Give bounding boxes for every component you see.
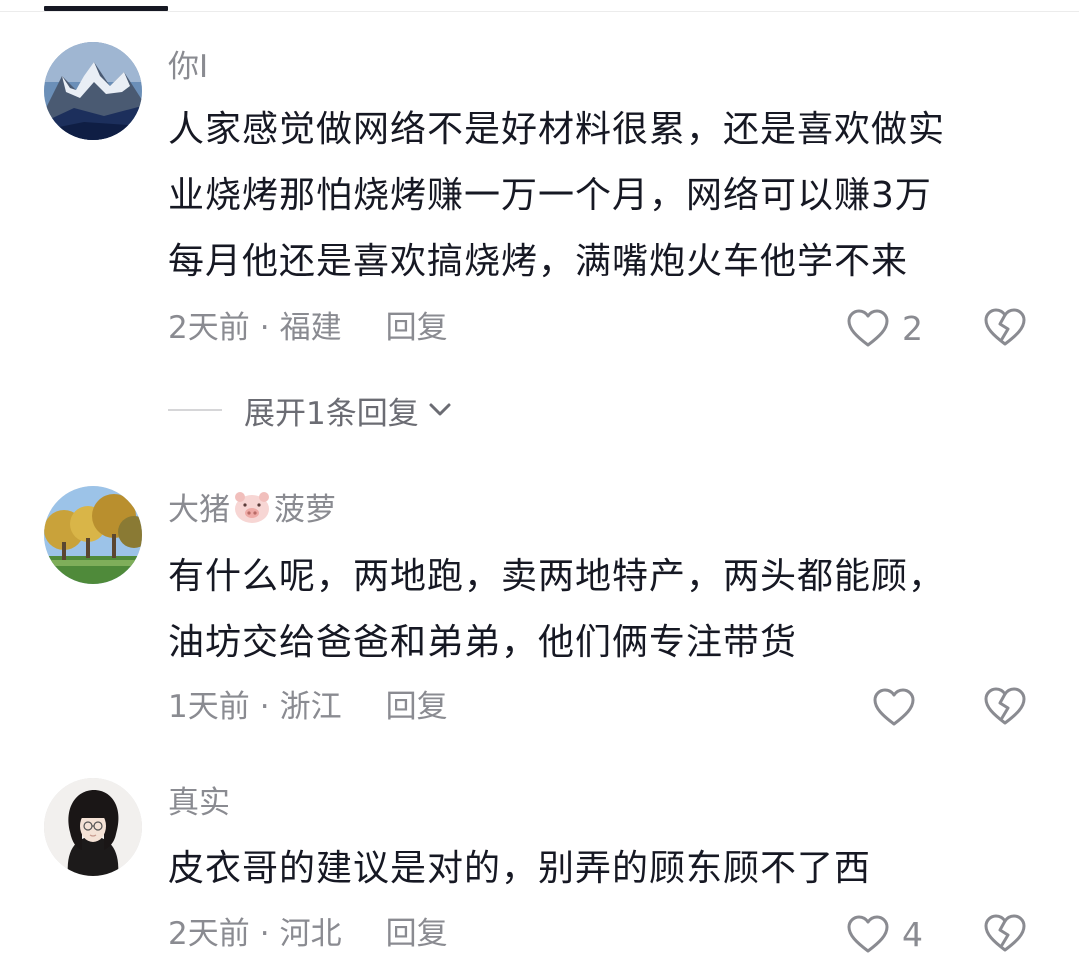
username-suffix: 菠萝 bbox=[274, 492, 336, 528]
chevron-down-icon bbox=[429, 403, 451, 416]
dislike-button[interactable] bbox=[982, 912, 1028, 956]
divider bbox=[0, 11, 1079, 12]
like-count: 4 bbox=[902, 914, 923, 954]
expand-replies-label: 展开1条回复 bbox=[244, 395, 419, 432]
like-button[interactable]: 2 bbox=[846, 306, 923, 350]
comment-meta: 2天前 · 福建 回复 bbox=[168, 308, 448, 348]
girl-portrait-avatar bbox=[44, 778, 142, 876]
comment-text: 人家感觉做网络不是好材料很累，还是喜欢做实 业烧烤那怕烧烤赚一万一个月，网络可以… bbox=[168, 97, 1048, 295]
dislike-button[interactable] bbox=[982, 685, 1028, 729]
comment-time: 2天前 bbox=[168, 310, 250, 346]
meta-separator: · bbox=[259, 310, 270, 346]
meta-separator: · bbox=[259, 689, 270, 725]
username[interactable]: 大猪 菠萝 bbox=[168, 490, 336, 535]
broken-heart-icon bbox=[984, 914, 1026, 952]
autumn-trees-avatar bbox=[44, 486, 142, 584]
comment-time: 1天前 bbox=[168, 689, 250, 725]
mountain-avatar bbox=[44, 42, 142, 140]
comment-text: 皮衣哥的建议是对的，别弄的顾东顾不了西 bbox=[168, 836, 1048, 902]
reply-button[interactable]: 回复 bbox=[386, 916, 448, 952]
comment-time: 2天前 bbox=[168, 916, 250, 952]
comment-meta: 1天前 · 浙江 回复 bbox=[168, 687, 448, 727]
comment-text-line: 每月他还是喜欢搞烧烤，满嘴炮火车他学不来 bbox=[168, 241, 909, 282]
like-button[interactable] bbox=[872, 685, 916, 729]
username-prefix: 大猪 bbox=[168, 492, 230, 528]
like-count: 2 bbox=[902, 308, 923, 348]
comment-text-line: 皮衣哥的建议是对的，别弄的顾东顾不了西 bbox=[168, 848, 872, 889]
comment-location: 河北 bbox=[279, 916, 342, 952]
comment-text-line: 有什么呢，两地跑，卖两地特产，两头都能顾， bbox=[168, 556, 946, 597]
reply-button[interactable]: 回复 bbox=[386, 310, 448, 346]
comment-text: 有什么呢，两地跑，卖两地特产，两头都能顾， 油坊交给爸爸和弟弟，他们俩专注带货 bbox=[168, 544, 1048, 676]
pig-face-icon bbox=[232, 491, 272, 535]
comment-meta: 2天前 · 河北 回复 bbox=[168, 914, 448, 954]
comment-location: 浙江 bbox=[279, 689, 342, 725]
expand-divider bbox=[168, 409, 222, 411]
comment-text-line: 油坊交给爸爸和弟弟，他们俩专注带货 bbox=[168, 622, 798, 663]
meta-separator: · bbox=[259, 916, 270, 952]
expand-replies-button[interactable]: 展开1条回复 bbox=[168, 388, 455, 432]
avatar[interactable] bbox=[44, 778, 142, 876]
reply-button[interactable]: 回复 bbox=[386, 689, 448, 725]
broken-heart-icon bbox=[984, 308, 1026, 346]
comment-location: 福建 bbox=[279, 310, 342, 346]
broken-heart-icon bbox=[984, 687, 1026, 725]
dislike-button[interactable] bbox=[982, 306, 1028, 350]
like-button[interactable]: 4 bbox=[846, 912, 923, 956]
heart-outline-icon bbox=[847, 309, 889, 347]
comment-text-line: 人家感觉做网络不是好材料很累，还是喜欢做实 bbox=[168, 109, 946, 150]
heart-outline-icon bbox=[847, 915, 889, 953]
avatar[interactable] bbox=[44, 42, 142, 140]
comment-text-line: 业烧烤那怕烧烤赚一万一个月，网络可以赚3万 bbox=[168, 175, 932, 216]
username[interactable]: 真实 bbox=[168, 783, 230, 823]
avatar[interactable] bbox=[44, 486, 142, 584]
heart-outline-icon bbox=[873, 688, 915, 726]
username[interactable]: 你I bbox=[168, 47, 208, 87]
